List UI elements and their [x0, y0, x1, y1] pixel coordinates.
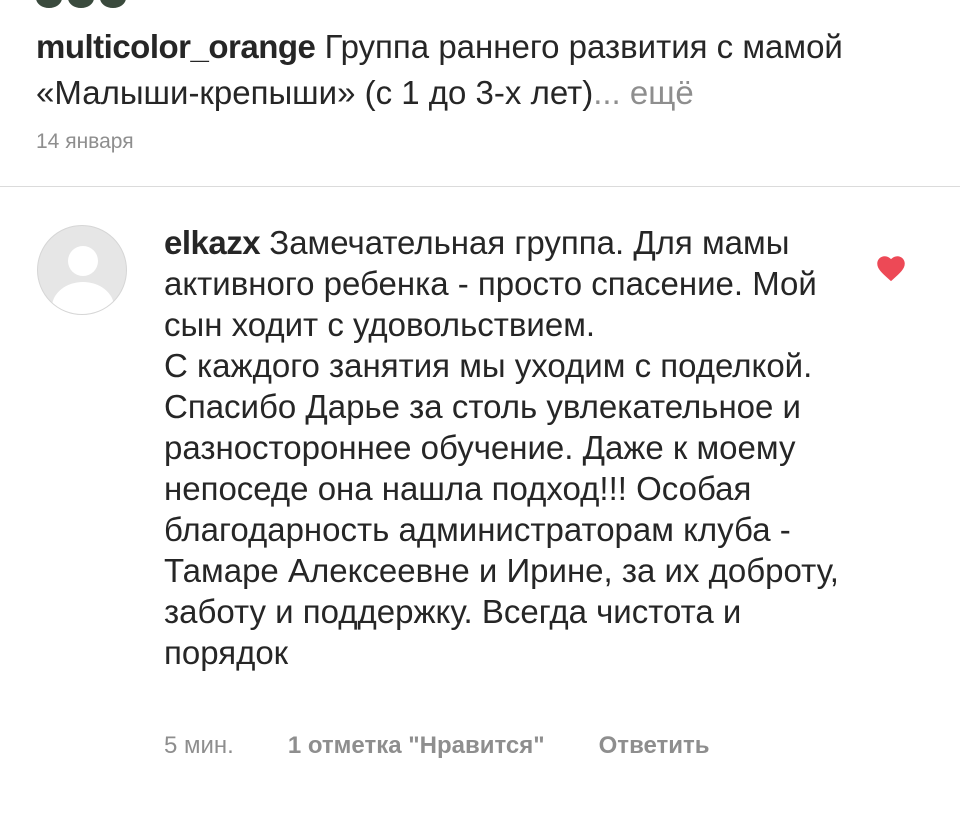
- comment-time: 5 мин.: [164, 732, 234, 759]
- cropped-avatar: [36, 0, 62, 8]
- reply-button[interactable]: Ответить: [599, 732, 710, 760]
- caption-ellipsis: ...: [593, 74, 621, 111]
- divider: [0, 186, 960, 187]
- cropped-avatar: [100, 0, 126, 8]
- comment-likes-count[interactable]: 1 отметка "Нравится": [288, 732, 545, 760]
- cropped-avatars-strip: [36, 0, 126, 8]
- comment-username[interactable]: elkazx: [164, 224, 261, 261]
- caption-more-link[interactable]: ещё: [630, 74, 694, 111]
- post-caption: multicolor_orange Группа раннего развити…: [36, 24, 916, 116]
- default-avatar-icon[interactable]: [37, 225, 127, 315]
- comment-actions: 5 мин. 1 отметка "Нравится" Ответить: [164, 732, 710, 760]
- post-date: 14 января: [36, 130, 134, 153]
- heart-filled-icon[interactable]: [876, 254, 906, 282]
- comment-text: Замечательная группа. Для мамы активного…: [164, 224, 839, 671]
- cropped-avatar: [68, 0, 94, 8]
- comment-body: elkazx Замечательная группа. Для мамы ак…: [164, 222, 854, 673]
- post-username[interactable]: multicolor_orange: [36, 28, 316, 65]
